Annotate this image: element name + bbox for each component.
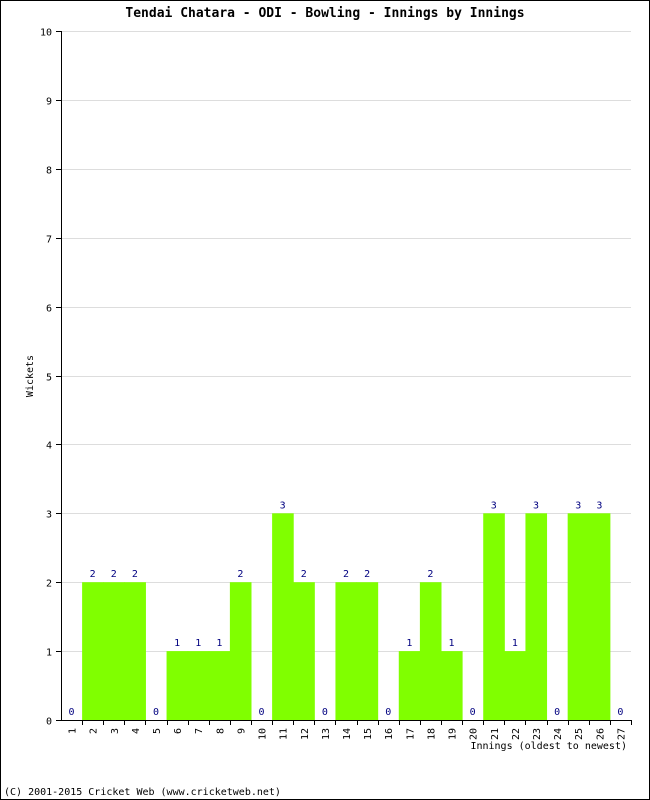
x-tick-label: 5 — [152, 728, 163, 734]
x-tick-label: 25 — [574, 728, 585, 740]
bar-chart: Tendai Chatara - ODI - Bowling - Innings… — [4, 6, 632, 798]
data-label: 1 — [216, 638, 222, 649]
data-label: 2 — [237, 569, 243, 580]
bar — [588, 513, 611, 720]
data-label: 2 — [427, 569, 433, 580]
bar — [504, 651, 526, 720]
x-tick-label: 17 — [405, 728, 416, 740]
bar — [208, 651, 231, 720]
bar — [229, 582, 252, 720]
data-label: 1 — [406, 638, 412, 649]
copyright-footer: (C) 2001-2015 Cricket Web (www.cricketwe… — [4, 787, 281, 798]
x-tick-label: 10 — [258, 728, 269, 740]
data-label: 2 — [90, 569, 96, 580]
x-axis-label: Innings (oldest to newest) — [470, 741, 627, 752]
x-tick-label: 23 — [532, 728, 543, 740]
x-tick-label: 12 — [300, 728, 311, 740]
data-label: 0 — [322, 707, 328, 718]
x-tick-label: 9 — [236, 728, 247, 734]
data-label: 0 — [69, 707, 75, 718]
data-label: 2 — [132, 569, 138, 580]
y-tick-label: 7 — [46, 235, 52, 246]
bar — [356, 582, 379, 720]
data-label: 1 — [195, 638, 201, 649]
x-tick-label: 26 — [595, 728, 606, 740]
data-label: 3 — [491, 500, 497, 511]
y-tick-label: 6 — [46, 304, 52, 315]
bar — [293, 582, 315, 720]
x-tick-label: 18 — [426, 728, 437, 740]
data-label: 2 — [301, 569, 307, 580]
data-label: 1 — [174, 638, 180, 649]
x-tick-label: 15 — [363, 728, 374, 740]
bar — [398, 651, 421, 720]
bar — [124, 582, 146, 720]
data-label: 1 — [449, 638, 455, 649]
y-tick-label: 0 — [46, 717, 52, 728]
x-tick-label: 27 — [616, 728, 627, 740]
x-tick-label: 3 — [110, 728, 121, 734]
x-tick-label: 24 — [553, 728, 564, 740]
data-label: 3 — [280, 500, 286, 511]
bar — [567, 513, 590, 720]
data-label: 2 — [364, 569, 370, 580]
y-tick-label: 4 — [46, 441, 52, 452]
x-tick-label: 6 — [173, 728, 184, 734]
bar — [335, 582, 358, 720]
data-label: 0 — [259, 707, 265, 718]
bar — [525, 513, 548, 720]
bar — [483, 513, 505, 720]
bar — [419, 582, 442, 720]
x-tick-label: 8 — [215, 728, 226, 734]
bar — [103, 582, 125, 720]
y-tick-label: 2 — [46, 579, 52, 590]
y-tick-label: 10 — [40, 28, 52, 39]
x-tick-label: 1 — [68, 728, 79, 734]
y-tick-label: 8 — [46, 166, 52, 177]
data-label: 3 — [533, 500, 539, 511]
data-label: 0 — [470, 707, 476, 718]
data-label: 1 — [512, 638, 518, 649]
x-tick-label: 13 — [321, 728, 332, 740]
data-label: 3 — [596, 500, 602, 511]
x-tick-label: 22 — [511, 728, 522, 740]
x-tick-label: 4 — [131, 728, 142, 734]
bar — [272, 513, 294, 720]
chart-title: Tendai Chatara - ODI - Bowling - Innings… — [125, 6, 524, 21]
x-tick-label: 16 — [384, 728, 395, 740]
x-tick-label: 7 — [194, 728, 205, 734]
bar — [187, 651, 210, 720]
x-tick-label: 20 — [469, 728, 480, 740]
x-tick-label: 2 — [89, 728, 100, 734]
data-label: 0 — [385, 707, 391, 718]
y-tick-label: 9 — [46, 97, 52, 108]
data-label: 3 — [575, 500, 581, 511]
y-axis-label: Wickets — [25, 355, 36, 397]
bar — [166, 651, 189, 720]
bar — [82, 582, 104, 720]
y-tick-label: 1 — [46, 648, 52, 659]
bar — [441, 651, 463, 720]
data-label: 0 — [153, 707, 159, 718]
x-tick-label: 21 — [490, 728, 501, 740]
y-tick-label: 3 — [46, 510, 52, 521]
data-label: 0 — [554, 707, 560, 718]
data-label: 0 — [617, 707, 623, 718]
data-label: 2 — [343, 569, 349, 580]
x-tick-label: 14 — [342, 728, 353, 740]
x-tick-label: 19 — [448, 728, 459, 740]
y-tick-label: 5 — [46, 373, 52, 384]
x-tick-label: 11 — [279, 728, 290, 740]
data-label: 2 — [111, 569, 117, 580]
